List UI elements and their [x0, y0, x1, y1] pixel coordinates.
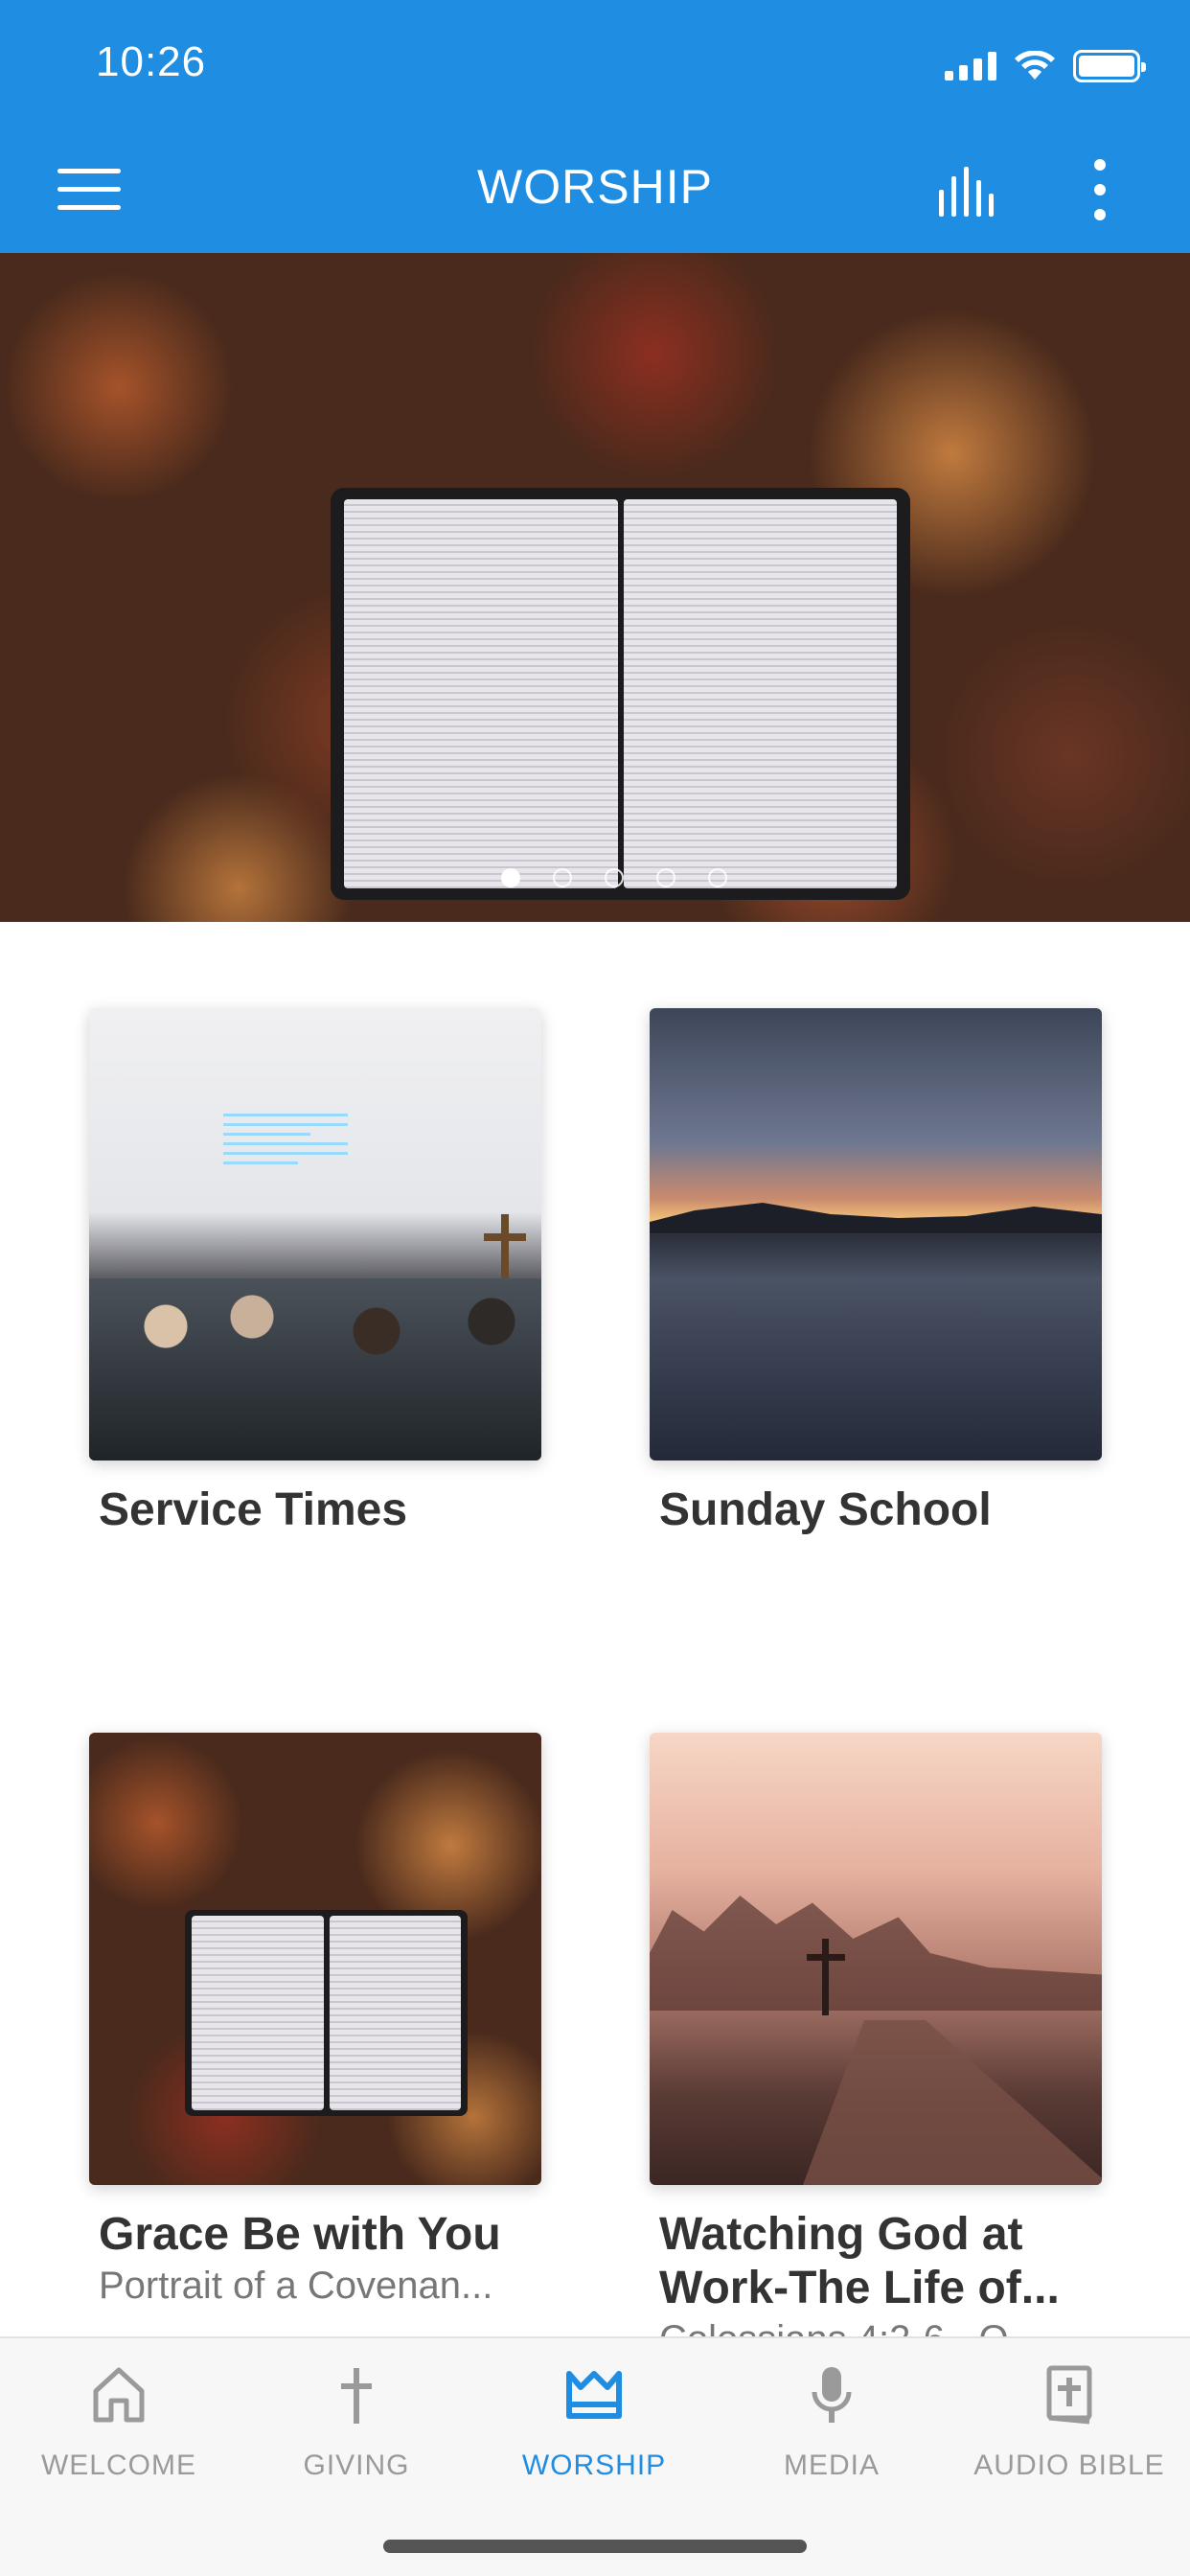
- tile-subtitle: Portrait of a Covenan...: [99, 2265, 493, 2307]
- crown-icon: [566, 2371, 622, 2419]
- tile-title: Watching God at Work-The Life of...: [659, 2209, 1060, 2313]
- tab-welcome[interactable]: WELCOME: [13, 2361, 224, 2482]
- cross-icon: [341, 2368, 372, 2424]
- tab-audio-bible[interactable]: AUDIO BIBLE: [964, 2361, 1175, 2482]
- tab-worship[interactable]: WORSHIP: [489, 2361, 699, 2482]
- carousel-dot[interactable]: [553, 868, 572, 887]
- audio-bars-icon[interactable]: [939, 167, 1006, 217]
- status-time: 10:26: [96, 38, 207, 85]
- tab-label: GIVING: [303, 2450, 410, 2481]
- grace-image: [89, 1733, 541, 2185]
- cellular-signal-icon: [945, 52, 996, 80]
- more-options-button[interactable]: [1087, 159, 1112, 220]
- sunday-school-image: [650, 1008, 1102, 1460]
- tile-grace-be-with-you[interactable]: Grace Be with You Portrait of a Covenan.…: [89, 1733, 541, 2310]
- battery-icon: [1073, 50, 1146, 82]
- carousel-dot[interactable]: [656, 868, 675, 887]
- bible-icon: [1046, 2365, 1092, 2425]
- tile-service-times[interactable]: Service Times: [89, 1008, 541, 1537]
- tile-watching-god-at-work[interactable]: Watching God at Work-The Life of... Colo…: [650, 1733, 1102, 2363]
- tile-title: Grace Be with You: [99, 2209, 501, 2260]
- open-bible-image: [331, 488, 910, 900]
- page-title: WORSHIP: [477, 160, 713, 214]
- tab-giving[interactable]: GIVING: [251, 2361, 462, 2482]
- carousel-dots: [0, 868, 1190, 887]
- carousel-dot[interactable]: [605, 868, 624, 887]
- hero-carousel[interactable]: [0, 253, 1190, 922]
- tile-sunday-school[interactable]: Sunday School: [650, 1008, 1102, 1537]
- watching-god-image: [650, 1733, 1102, 2185]
- app-header: 10:26 WORSHIP: [0, 0, 1190, 253]
- tab-label: WORSHIP: [521, 2450, 667, 2481]
- carousel-dot[interactable]: [501, 868, 520, 887]
- wifi-icon: [1015, 51, 1055, 80]
- tab-label: WELCOME: [40, 2450, 196, 2481]
- tab-label: MEDIA: [783, 2450, 880, 2481]
- service-times-image: [89, 1008, 541, 1460]
- tab-media[interactable]: MEDIA: [726, 2361, 937, 2482]
- tile-title: Service Times: [99, 1484, 408, 1535]
- home-icon: [93, 2367, 145, 2423]
- status-icons: [945, 50, 1146, 82]
- tab-label: AUDIO BIBLE: [973, 2450, 1165, 2481]
- carousel-dot[interactable]: [708, 868, 727, 887]
- home-indicator: [383, 2540, 807, 2553]
- tile-title: Sunday School: [659, 1484, 992, 1535]
- microphone-icon: [812, 2367, 852, 2423]
